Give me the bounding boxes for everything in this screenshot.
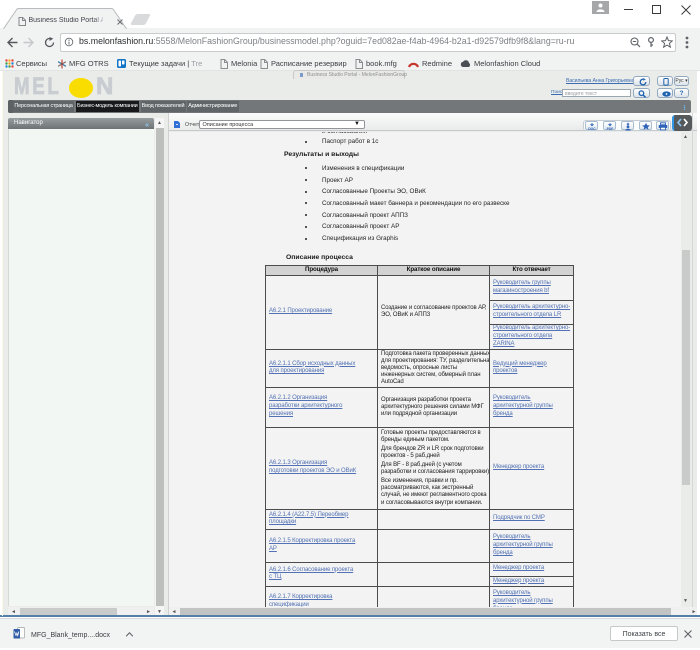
svg-text:PDF: PDF bbox=[607, 127, 614, 131]
svg-text:DOC: DOC bbox=[588, 127, 596, 131]
